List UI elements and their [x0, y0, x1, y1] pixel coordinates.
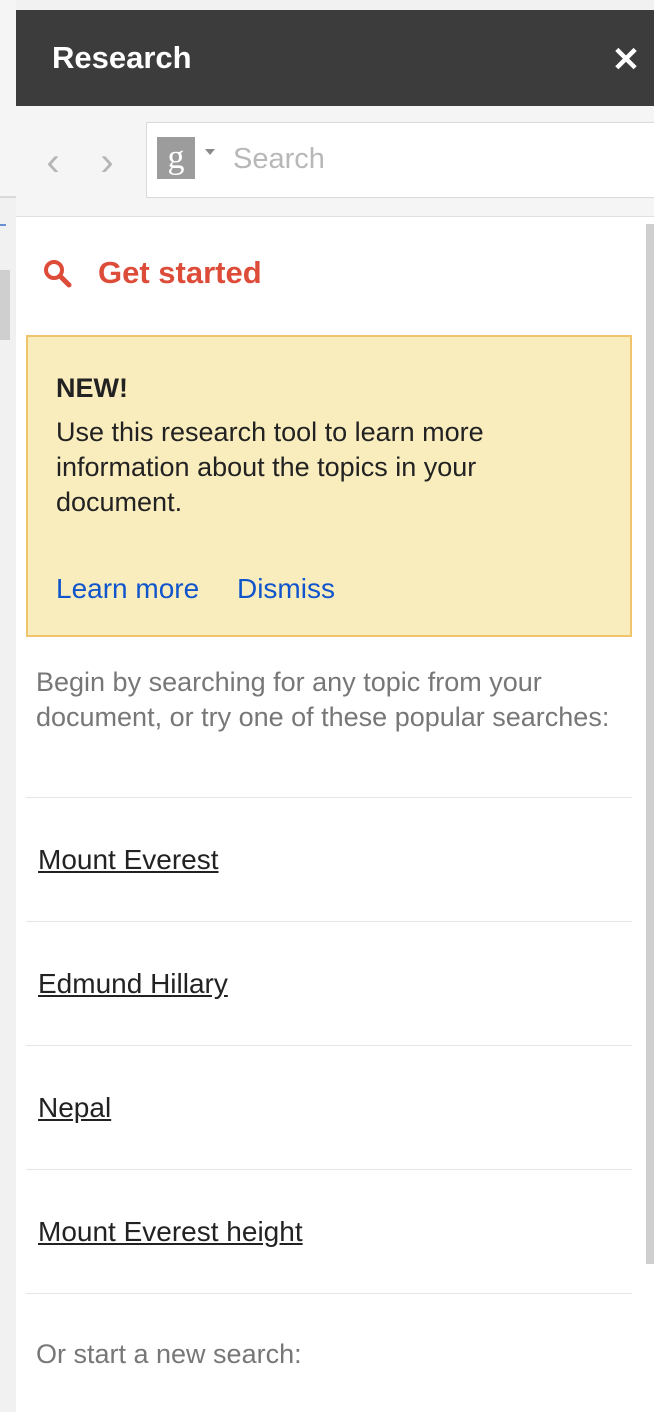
panel-title: Research: [52, 40, 192, 75]
popular-search-link[interactable]: Edmund Hillary: [38, 968, 228, 1000]
panel-scrollbar[interactable]: [646, 224, 654, 1264]
notice-links: Learn more Dismiss: [56, 573, 335, 605]
research-panel: Research ✕ ‹ › g Get started NEW!: [16, 0, 654, 1412]
dismiss-link[interactable]: Dismiss: [237, 573, 335, 604]
popular-searches-list: Mount Everest Edmund Hillary Nepal Mount…: [26, 797, 632, 1294]
list-item: Mount Everest height: [26, 1169, 632, 1294]
learn-more-link[interactable]: Learn more: [56, 573, 199, 604]
caret-down-icon[interactable]: [205, 149, 215, 155]
popular-search-link[interactable]: Nepal: [38, 1092, 111, 1124]
search-toolbar: ‹ › g: [16, 106, 654, 217]
get-started-heading: Get started: [42, 255, 262, 291]
popular-search-link[interactable]: Mount Everest height: [38, 1216, 303, 1248]
google-plus-icon[interactable]: g: [157, 137, 195, 179]
intro-text: Begin by searching for any topic from yo…: [36, 667, 610, 732]
document-divider: [0, 196, 16, 198]
panel-content: Get started NEW! Use this research tool …: [16, 217, 654, 1412]
panel-top-strip: [16, 0, 654, 10]
panel-titlebar: Research ✕: [16, 10, 654, 106]
notice-body: Use this research tool to learn more inf…: [56, 417, 484, 517]
search-input[interactable]: [231, 135, 654, 183]
close-icon[interactable]: ✕: [606, 40, 646, 80]
list-item: Edmund Hillary: [26, 921, 632, 1045]
chevron-right-icon[interactable]: ›: [90, 142, 124, 186]
magnifier-icon: [44, 260, 72, 288]
list-item: Nepal: [26, 1045, 632, 1169]
popular-search-link[interactable]: Mount Everest: [38, 844, 219, 876]
ruler-tick: [0, 224, 6, 226]
research-screen: Research ✕ ‹ › g Get started NEW!: [0, 0, 654, 1412]
document-toolbar-sliver: [0, 0, 16, 196]
search-box: g: [146, 122, 654, 198]
notice-title: NEW!: [56, 373, 128, 403]
document-scrollbar[interactable]: [0, 270, 10, 340]
document-edge: [0, 0, 16, 1412]
new-search-text: Or start a new search:: [36, 1339, 302, 1369]
get-started-label: Get started: [98, 255, 262, 290]
chevron-left-icon[interactable]: ‹: [36, 142, 70, 186]
new-feature-notice: NEW! Use this research tool to learn mor…: [26, 335, 632, 637]
list-item: Mount Everest: [26, 797, 632, 921]
